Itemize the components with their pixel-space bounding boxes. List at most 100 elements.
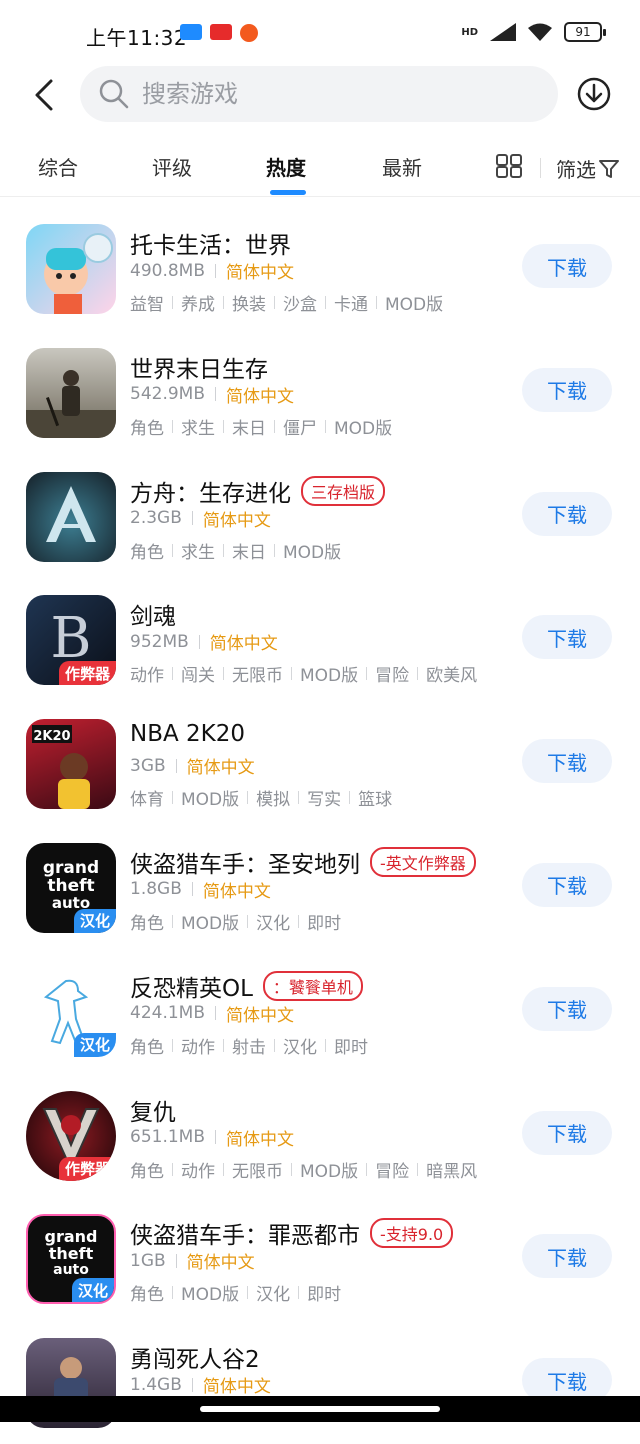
list-item[interactable]: 2K20 NBA 2K20 3GB 简体中文 体育 MOD版 模拟 写实 篮球 … [0, 701, 640, 825]
tag: 卡通 [334, 295, 368, 315]
youku-icon [180, 24, 202, 40]
svg-text:2K20: 2K20 [33, 729, 70, 744]
download-button[interactable]: 下载 [522, 862, 612, 907]
download-button[interactable]: 下载 [522, 986, 612, 1031]
list-item[interactable]: 方舟：生存进化 三存档版 2.3GB 简体中文 角色 求生 末日 MOD版 下载 [0, 454, 640, 578]
tag: MOD版 [181, 913, 240, 934]
download-manager-button[interactable] [576, 76, 612, 112]
tag: 汉化 [256, 913, 291, 934]
filter-button[interactable]: 筛选 [556, 154, 620, 183]
download-button[interactable]: 下载 [522, 244, 612, 288]
list-item[interactable]: 托卡生活：世界 490.8MB 简体中文 益智 养成 换装 沙盒 卡通 MOD版… [0, 206, 640, 330]
app-name: 反恐精英OL [130, 975, 253, 1002]
app-language: 简体中文 [209, 634, 278, 655]
tag: 写实 [307, 790, 342, 811]
app-language: 简体中文 [226, 1005, 294, 1026]
tag: 益智 [130, 295, 164, 315]
tag: 动作 [130, 666, 164, 687]
download-button[interactable]: 下载 [522, 491, 612, 536]
active-tab-indicator [270, 190, 306, 195]
download-button[interactable]: 下载 [522, 367, 612, 412]
app-name: NBA 2K20 [130, 721, 246, 748]
app-language: 简体中文 [226, 263, 294, 283]
app-tags: 角色 求生 末日 MOD版 [130, 538, 341, 563]
tag: 角色 [130, 542, 164, 563]
tag: 欧美风 [426, 666, 478, 687]
download-button[interactable]: 下载 [522, 1234, 612, 1279]
app-tags: 体育 MOD版 模拟 写实 篮球 [130, 785, 392, 810]
back-button[interactable] [26, 76, 62, 114]
system-nav-bar [0, 1396, 640, 1422]
search-input[interactable] [140, 79, 524, 109]
app-name: 方舟：生存进化 [130, 480, 291, 507]
tag: 暗黑风 [426, 1161, 478, 1182]
tag: 僵尸 [283, 418, 317, 439]
notification-icons [180, 24, 258, 42]
app-language: 简体中文 [202, 1377, 271, 1398]
download-button[interactable]: 下载 [522, 615, 612, 660]
status-time: 上午11:32 [86, 26, 188, 50]
app-tags: 角色 MOD版 汉化 即时 [130, 1280, 341, 1305]
tag: 沙盒 [283, 295, 317, 315]
home-indicator[interactable] [200, 1406, 440, 1412]
app-language: 简体中文 [226, 386, 294, 407]
app-icon: 汉化 [26, 966, 116, 1057]
search-icon [98, 78, 130, 110]
list-item[interactable]: grand theft auto 汉化 侠盗猎车手：罪恶都市 -支持9.0 1GB … [0, 1196, 640, 1320]
tab-rating[interactable]: 评级 [152, 152, 192, 181]
tag: 动作 [181, 1037, 215, 1058]
tag: MOD版 [181, 790, 240, 811]
app-language: 简体中文 [202, 881, 271, 902]
app-language: 简体中文 [186, 758, 255, 779]
tag: 角色 [130, 913, 164, 934]
tag: 角色 [130, 1037, 164, 1058]
app-icon: grand theft auto 汉化 [26, 842, 116, 933]
layout-toggle-icon[interactable] [496, 154, 522, 178]
app-name: 复仇 [130, 1099, 176, 1126]
status-right: HD 91 [461, 22, 606, 42]
tab-comprehensive[interactable]: 综合 [38, 152, 78, 181]
list-item[interactable]: B 作弊器 剑魂 952MB 简体中文 动作 闯关 无限币 MOD版 冒险 欧美… [0, 577, 640, 701]
tag: 闯关 [181, 666, 215, 687]
app-icon: 2K20 [26, 719, 116, 810]
search-bar[interactable] [80, 66, 558, 122]
app-icon: 作弊器 [26, 1090, 116, 1181]
list-item[interactable]: 勇闯死人谷2 1.4GB 简体中文 下载 [0, 1320, 640, 1444]
app-language: 简体中文 [202, 510, 271, 531]
app-tags: 角色 动作 射击 汉化 即时 [130, 1033, 368, 1058]
app-size: 651.1MB [130, 1127, 205, 1148]
svg-text:theft: theft [47, 876, 94, 896]
app-name: 托卡生活：世界 [130, 233, 291, 259]
tag: 换装 [232, 295, 266, 315]
list-item[interactable]: 作弊器 复仇 651.1MB 简体中文 角色 动作 无限币 MOD版 冒险 暗黑… [0, 1073, 640, 1197]
tag: 汉化 [283, 1037, 317, 1058]
network-label: HD [461, 26, 478, 38]
tag: 冒险 [375, 666, 410, 687]
tag: 体育 [130, 790, 164, 811]
app-size: 3GB [130, 755, 166, 776]
tab-popularity[interactable]: 热度 [266, 152, 306, 181]
tag: MOD版 [283, 542, 342, 563]
filter-label: 筛选 [556, 158, 596, 182]
app-size: 2.3GB [130, 508, 182, 529]
svg-text:theft: theft [49, 1244, 94, 1263]
app-tags: 角色 求生 末日 僵尸 MOD版 [130, 414, 392, 439]
tab-latest[interactable]: 最新 [382, 152, 422, 181]
game-list: 托卡生活：世界 490.8MB 简体中文 益智 养成 换装 沙盒 卡通 MOD版… [0, 206, 640, 1444]
app-name: 侠盗猎车手：罪恶都市 [130, 1223, 360, 1250]
list-item[interactable]: 世界末日生存 542.9MB 简体中文 角色 求生 末日 僵尸 MOD版 下载 [0, 330, 640, 454]
list-item[interactable]: 汉化 反恐精英OL ：饕餮单机 424.1MB 简体中文 角色 动作 射击 汉化… [0, 949, 640, 1073]
download-button[interactable]: 下载 [522, 1110, 612, 1155]
back-arrow-icon [35, 79, 53, 111]
tag: 动作 [181, 1161, 215, 1182]
tag: MOD版 [385, 295, 444, 315]
download-button[interactable]: 下载 [522, 739, 612, 784]
app-name: 世界末日生存 [130, 356, 268, 383]
tag: MOD版 [300, 666, 359, 687]
edition-badge: 三存档版 [301, 475, 386, 506]
edition-badge: -支持9.0 [370, 1218, 454, 1249]
tag: 汉化 [256, 1285, 291, 1306]
list-item[interactable]: grand theft auto 汉化 侠盗猎车手：圣安地列 -英文作弊器 1.8G… [0, 825, 640, 949]
app-language: 简体中文 [186, 1253, 255, 1274]
download-circle-icon [577, 77, 611, 111]
